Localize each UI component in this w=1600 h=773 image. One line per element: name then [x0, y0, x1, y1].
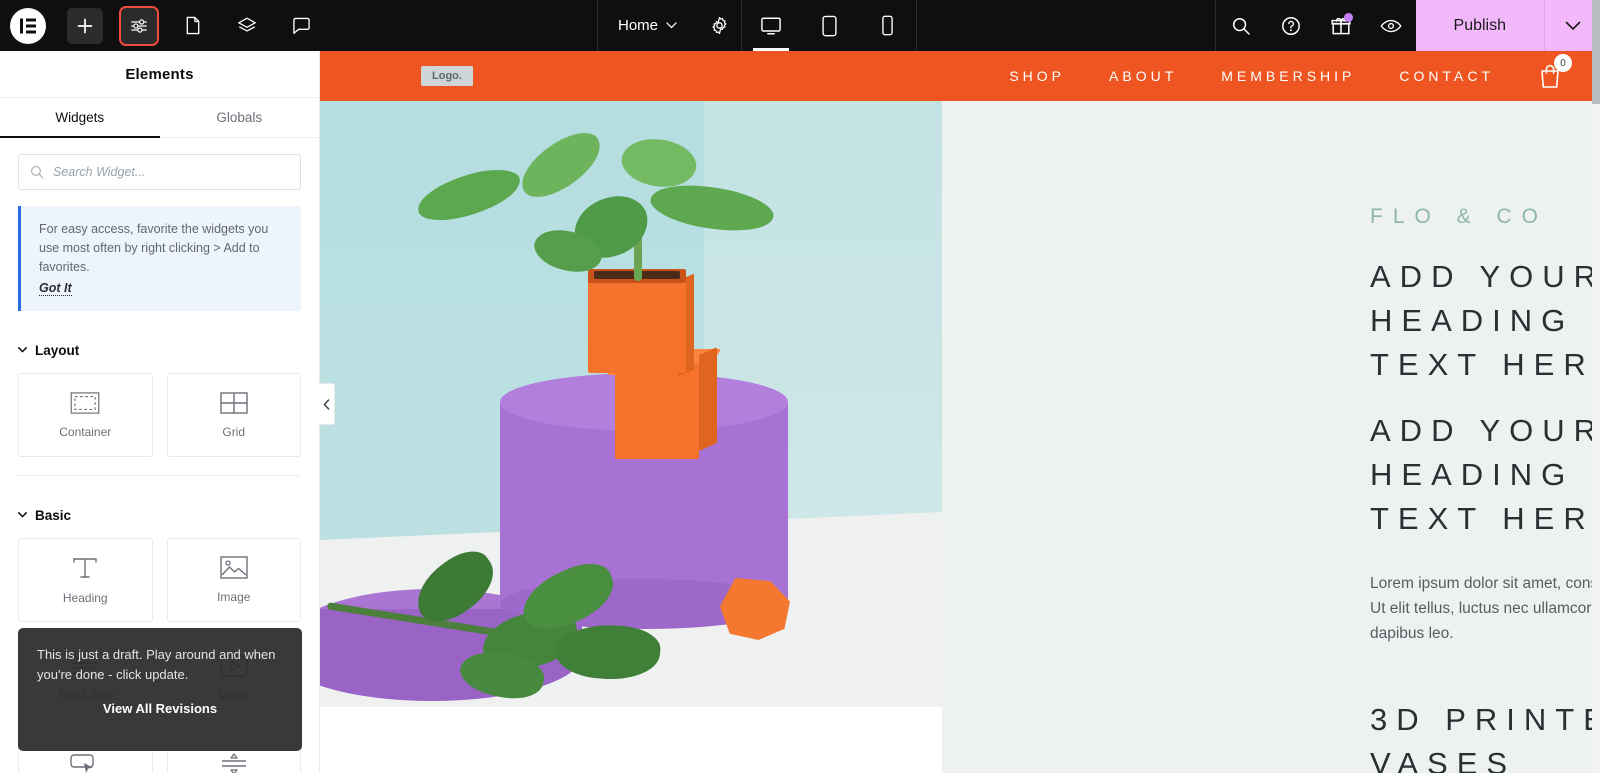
- widget-grid-label: Grid: [222, 424, 246, 439]
- elements-panel: Elements Widgets Globals For easy access…: [0, 51, 320, 773]
- search-icon[interactable]: [1216, 0, 1266, 51]
- responsive-mode-group: [742, 0, 916, 51]
- hero-sub-heading[interactable]: 3D PRINTED VASES: [1370, 698, 1592, 773]
- got-it-link[interactable]: Got It: [39, 281, 72, 296]
- nav-link-membership[interactable]: MEMBERSHIP: [1221, 68, 1355, 84]
- hero-text-column: FLO & CO ADD YOUR HEADING TEXT HERE ADD …: [942, 101, 1592, 773]
- widget-container[interactable]: Container: [18, 373, 153, 457]
- image-icon: [220, 556, 248, 579]
- editor-topbar: Home Publish: [0, 0, 1600, 51]
- widget-heading-label: Heading: [62, 590, 108, 605]
- topbar-divider-3: [916, 0, 918, 51]
- responsive-tablet-button[interactable]: [800, 0, 858, 51]
- draft-notice-tooltip: This is just a draft. Play around and wh…: [18, 628, 302, 751]
- button-icon: [70, 753, 100, 773]
- photo-leaf-1: [412, 162, 526, 228]
- widget-heading[interactable]: Heading: [18, 538, 153, 622]
- section-basic-header[interactable]: Basic: [18, 492, 301, 538]
- site-navigation-bar: Logo. SHOP ABOUT MEMBERSHIP CONTACT 0: [320, 51, 1592, 101]
- site-logo[interactable]: Logo.: [421, 66, 473, 86]
- hero-section: FLO & CO ADD YOUR HEADING TEXT HERE ADD …: [320, 101, 1592, 773]
- document-name-dropdown[interactable]: Home: [598, 0, 697, 51]
- photo-orange-cube-lower: [615, 363, 699, 459]
- hero-paragraph[interactable]: Lorem ipsum dolor sit amet, consectetur …: [1370, 571, 1592, 646]
- photo-orange-cube-side: [699, 346, 717, 452]
- responsive-desktop-button[interactable]: [742, 0, 800, 51]
- tab-widgets[interactable]: Widgets: [0, 98, 160, 138]
- divider-icon: [220, 752, 248, 773]
- sliders-icon[interactable]: [119, 5, 159, 46]
- search-widget-container: [0, 138, 319, 198]
- shopping-bag-icon[interactable]: 0: [1538, 54, 1572, 89]
- gift-icon[interactable]: [1316, 0, 1366, 51]
- topbar-center-group: Home: [598, 0, 741, 51]
- widget-grid-item[interactable]: Grid: [166, 373, 301, 457]
- question-circle-icon[interactable]: [1266, 0, 1316, 51]
- preview-canvas: Logo. SHOP ABOUT MEMBERSHIP CONTACT 0 FL…: [320, 51, 1592, 773]
- nav-link-about[interactable]: ABOUT: [1109, 68, 1177, 84]
- nav-link-shop[interactable]: SHOP: [1009, 68, 1065, 84]
- chevron-down-icon: [666, 22, 677, 29]
- topbar-left-group: [0, 0, 326, 51]
- widget-image[interactable]: Image: [166, 538, 301, 622]
- topbar-right-group: Publish: [1214, 0, 1600, 51]
- panel-tabs: Widgets Globals: [0, 98, 319, 138]
- hero-eyebrow: FLO & CO: [1370, 205, 1549, 228]
- publish-button[interactable]: Publish: [1415, 0, 1544, 51]
- layout-widget-grid: Container Grid: [18, 373, 301, 457]
- favorites-notice-text: For easy access, favorite the widgets yo…: [39, 222, 269, 274]
- document-icon[interactable]: [175, 8, 211, 44]
- section-basic-title: Basic: [35, 507, 72, 523]
- hero-product-image: [320, 101, 942, 707]
- chevron-down-icon: [18, 347, 27, 353]
- view-all-revisions-link[interactable]: View All Revisions: [37, 701, 283, 716]
- site-nav-links: SHOP ABOUT MEMBERSHIP CONTACT 0: [1009, 54, 1592, 89]
- cart-count-badge: 0: [1554, 54, 1572, 72]
- panel-header: Elements: [0, 51, 319, 98]
- gear-icon[interactable]: [697, 0, 741, 51]
- widget-container-label: Container: [59, 424, 112, 439]
- layers-icon[interactable]: [229, 8, 265, 44]
- draft-notice-text: This is just a draft. Play around and wh…: [37, 647, 276, 682]
- canvas-scrollbar-track[interactable]: [1592, 51, 1600, 773]
- plus-icon[interactable]: [67, 7, 103, 44]
- panel-collapse-handle[interactable]: [318, 383, 335, 425]
- responsive-mobile-button[interactable]: [858, 0, 916, 51]
- search-icon: [30, 165, 44, 179]
- nav-link-contact[interactable]: CONTACT: [1399, 68, 1494, 84]
- eye-icon[interactable]: [1366, 0, 1416, 51]
- chevron-down-icon: [18, 512, 27, 518]
- favorites-notice: For easy access, favorite the widgets yo…: [18, 206, 301, 311]
- elementor-logo-icon[interactable]: [10, 7, 46, 44]
- search-box[interactable]: [18, 154, 301, 190]
- widget-image-label: Image: [217, 590, 251, 604]
- gift-notification-dot: [1343, 13, 1353, 22]
- container-icon: [70, 391, 100, 414]
- section-divider: [18, 475, 301, 476]
- tab-globals[interactable]: Globals: [160, 98, 320, 137]
- document-name-label: Home: [618, 17, 659, 34]
- page-title: Elements: [125, 65, 194, 83]
- section-layout-header[interactable]: Layout: [18, 327, 301, 373]
- photo-leaf-2: [511, 123, 611, 207]
- section-layout-title: Layout: [35, 342, 80, 358]
- canvas-scrollbar-thumb[interactable]: [1592, 0, 1600, 104]
- grid-icon: [220, 391, 248, 414]
- search-input[interactable]: [53, 165, 289, 179]
- hero-heading-2[interactable]: ADD YOUR HEADING TEXT HERE: [1370, 409, 1592, 541]
- hero-heading-1[interactable]: ADD YOUR HEADING TEXT HERE: [1370, 255, 1592, 387]
- heading-t-icon: [72, 556, 98, 580]
- chevron-left-icon: [322, 398, 330, 410]
- section-layout: Layout Container Grid: [0, 327, 319, 476]
- photo-orange-pot: [588, 273, 686, 373]
- comment-icon[interactable]: [283, 8, 319, 44]
